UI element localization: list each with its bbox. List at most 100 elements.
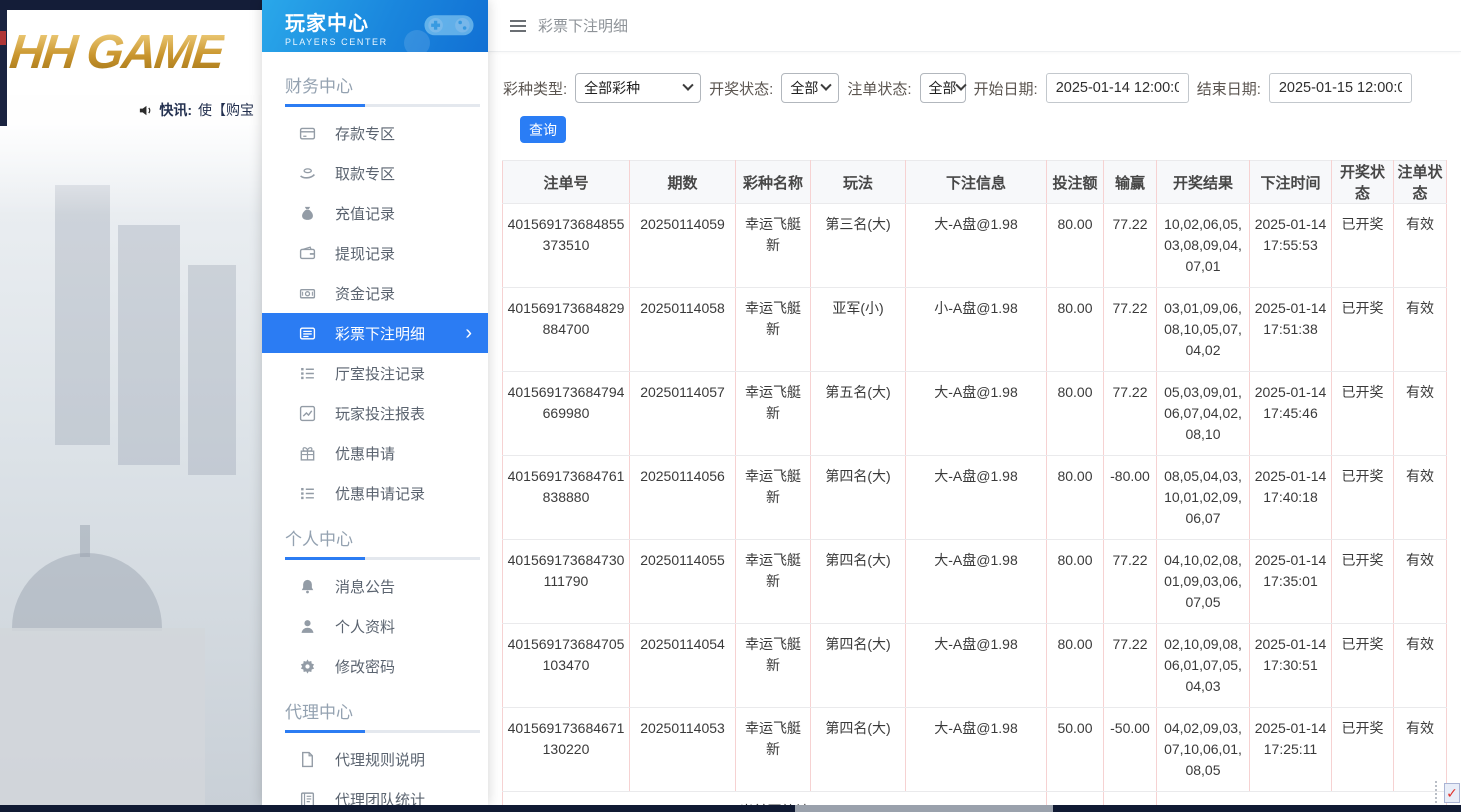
column-header: 投注额 xyxy=(1047,161,1104,204)
speaker-icon xyxy=(138,103,153,118)
gamepad-icon xyxy=(420,6,478,45)
sidebar-item-label: 充值记录 xyxy=(335,203,395,224)
table-cell: 有效 xyxy=(1394,372,1447,456)
site-logo[interactable]: HH GAME xyxy=(0,25,226,80)
sidebar-item-funds-record[interactable]: 资金记录 xyxy=(262,273,488,313)
column-header: 彩种名称 xyxy=(736,161,811,204)
card-icon xyxy=(299,125,316,142)
resize-dots xyxy=(1435,781,1441,803)
table-cell: 幸运飞艇新 xyxy=(736,624,811,708)
capitol-dome xyxy=(12,553,162,631)
sidebar-item-profile[interactable]: 个人资料 xyxy=(262,606,488,646)
left-edge-strip xyxy=(0,10,7,126)
table-cell: 20250114058 xyxy=(630,288,736,372)
table-cell: 亚军(小) xyxy=(811,288,906,372)
table-cell: 401569173684671130220 xyxy=(503,708,630,792)
hand-coins-icon xyxy=(299,165,316,182)
sidebar-item-promo-apply-record[interactable]: 优惠申请记录 xyxy=(262,473,488,513)
list-icon xyxy=(299,365,316,382)
sidebar-item-label: 代理团队统计 xyxy=(335,789,425,806)
draw-status-select[interactable]: 全部 xyxy=(781,73,839,103)
start-date-input[interactable] xyxy=(1046,73,1189,103)
table-cell: 04,02,09,03,07,10,06,01,08,05 xyxy=(1157,708,1250,792)
sidebar-item-recharge-record[interactable]: 充值记录 xyxy=(262,193,488,233)
gear-icon xyxy=(299,658,316,675)
table-cell: 大-A盘@1.98 xyxy=(906,456,1047,540)
table-cell: 20250114054 xyxy=(630,624,736,708)
table-cell: 有效 xyxy=(1394,624,1447,708)
table-cell: 已开奖 xyxy=(1332,708,1394,792)
horizontal-scrollbar-thumb[interactable] xyxy=(795,805,1053,812)
menu-toggle-icon[interactable] xyxy=(509,19,527,33)
table-row: 40156917368476183888020250114056幸运飞艇新第四名… xyxy=(503,456,1447,540)
table-cell: 77.22 xyxy=(1104,372,1157,456)
table-cell: 已开奖 xyxy=(1332,288,1394,372)
column-header: 下注信息 xyxy=(906,161,1047,204)
sidebar-header: 玩家中心 PLAYERS CENTER xyxy=(262,0,488,52)
summary-empty xyxy=(1157,792,1447,806)
table-cell: 401569173684761838880 xyxy=(503,456,630,540)
filter-bar: 彩种类型: 全部彩种 开奖状态: 全部 注单状态: 全部 开始日期: 结束日期: xyxy=(488,52,1461,103)
section-underline xyxy=(285,730,480,733)
table-row: 40156917368485537351020250114059幸运飞艇新第三名… xyxy=(503,204,1447,288)
end-date-label: 结束日期: xyxy=(1197,78,1261,99)
sidebar-item-withdrawal-record[interactable]: 提现记录 xyxy=(262,233,488,273)
column-header: 输赢 xyxy=(1104,161,1157,204)
page-title: 彩票下注明细 xyxy=(538,15,628,36)
sidebar-item-label: 提现记录 xyxy=(335,243,395,264)
table-cell: 80.00 xyxy=(1047,204,1104,288)
sidebar-item-promo-apply[interactable]: 优惠申请 xyxy=(262,433,488,473)
column-header: 注单号 xyxy=(503,161,630,204)
section-underline xyxy=(285,557,480,560)
lottery-type-select[interactable]: 全部彩种 xyxy=(575,73,701,103)
table-cell: 80.00 xyxy=(1047,624,1104,708)
sidebar-section-title: 财务中心 xyxy=(262,60,488,104)
table-cell: 2025-01-14 17:55:53 xyxy=(1250,204,1332,288)
start-date-label: 开始日期: xyxy=(974,78,1038,99)
banknote-icon xyxy=(299,285,316,302)
table-cell: 80.00 xyxy=(1047,540,1104,624)
table-cell: 已开奖 xyxy=(1332,372,1394,456)
sidebar-item-player-bet-report[interactable]: 玩家投注报表 xyxy=(262,393,488,433)
table-cell: 401569173684705103470 xyxy=(503,624,630,708)
table-cell: 10,02,06,05,03,08,09,04,07,01 xyxy=(1157,204,1250,288)
sidebar-item-announcements[interactable]: 消息公告 xyxy=(262,566,488,606)
sidebar-item-agent-rules[interactable]: 代理规则说明 xyxy=(262,739,488,779)
person-icon xyxy=(299,618,316,635)
table-row: 40156917368470510347020250114054幸运飞艇新第四名… xyxy=(503,624,1447,708)
search-button[interactable]: 查询 xyxy=(520,116,566,143)
chevron-down-icon xyxy=(821,80,832,91)
sidebar-item-deposit-zone[interactable]: 存款专区 xyxy=(262,113,488,153)
lottery-type-value: 全部彩种 xyxy=(584,78,640,98)
sidebar-item-label: 优惠申请 xyxy=(335,443,395,464)
gift-icon xyxy=(299,445,316,462)
table-cell: 401569173684794669980 xyxy=(503,372,630,456)
sidebar-item-change-password[interactable]: 修改密码 xyxy=(262,646,488,686)
end-date-input[interactable] xyxy=(1269,73,1412,103)
table-cell: 2025-01-14 17:25:11 xyxy=(1250,708,1332,792)
table-cell: 77.22 xyxy=(1104,288,1157,372)
sidebar-item-withdraw-zone[interactable]: 取款专区 xyxy=(262,153,488,193)
table-cell: 已开奖 xyxy=(1332,540,1394,624)
order-status-value: 全部 xyxy=(929,78,957,98)
table-cell: 2025-01-14 17:30:51 xyxy=(1250,624,1332,708)
sidebar-item-hall-bet-record[interactable]: 厅室投注记录 xyxy=(262,353,488,393)
building-silhouette xyxy=(188,265,236,475)
section-underline-accent xyxy=(285,104,365,107)
order-status-select[interactable]: 全部 xyxy=(920,73,966,103)
sidebar-item-lottery-bet-detail[interactable]: 彩票下注明细› xyxy=(262,313,488,353)
building-silhouette xyxy=(55,185,110,445)
table-cell: 大-A盘@1.98 xyxy=(906,708,1047,792)
news-label: 快讯: xyxy=(159,100,192,120)
book-icon xyxy=(299,791,316,806)
summary-winloss-total: 256.12 xyxy=(1104,792,1157,806)
table-cell: 04,10,02,08,01,09,03,06,07,05 xyxy=(1157,540,1250,624)
table-cell: 401569173684730111790 xyxy=(503,540,630,624)
sidebar-item-agent-team-stats[interactable]: 代理团队统计 xyxy=(262,779,488,805)
table-cell: 有效 xyxy=(1394,204,1447,288)
sidebar-section-title: 代理中心 xyxy=(262,686,488,730)
table-cell: 第四名(大) xyxy=(811,708,906,792)
bottom-strip xyxy=(0,805,1461,812)
photo-fade xyxy=(0,125,262,215)
money-bag-icon xyxy=(299,205,316,222)
